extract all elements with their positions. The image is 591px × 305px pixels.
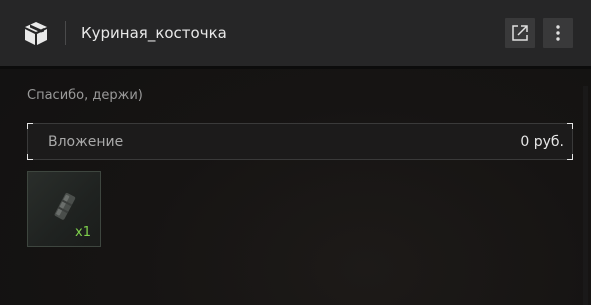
box-icon (23, 20, 49, 46)
corner-bracket (567, 123, 573, 129)
more-options-button[interactable] (543, 18, 573, 48)
message-text: Спасибо, держи) (27, 88, 143, 103)
item-icon (50, 190, 78, 228)
open-external-button[interactable] (505, 18, 535, 48)
attachment-bar[interactable]: Вложение 0 руб. (27, 123, 573, 160)
attachment-label: Вложение (48, 134, 124, 150)
header-shadow (0, 66, 591, 69)
sender-name: Куриная_косточка (81, 24, 227, 42)
corner-bracket (27, 123, 33, 129)
header-divider (65, 21, 66, 45)
item-slot[interactable]: x1 (27, 171, 101, 247)
scrollbar[interactable] (583, 86, 588, 305)
attachment-price: 0 руб. (520, 134, 564, 150)
message-window: Куриная_косточка Спасибо, держи) Вложени… (0, 0, 591, 305)
corner-bracket (27, 154, 33, 160)
window-header: Куриная_косточка (0, 0, 591, 67)
item-quantity: x1 (75, 225, 91, 240)
corner-bracket (567, 154, 573, 160)
